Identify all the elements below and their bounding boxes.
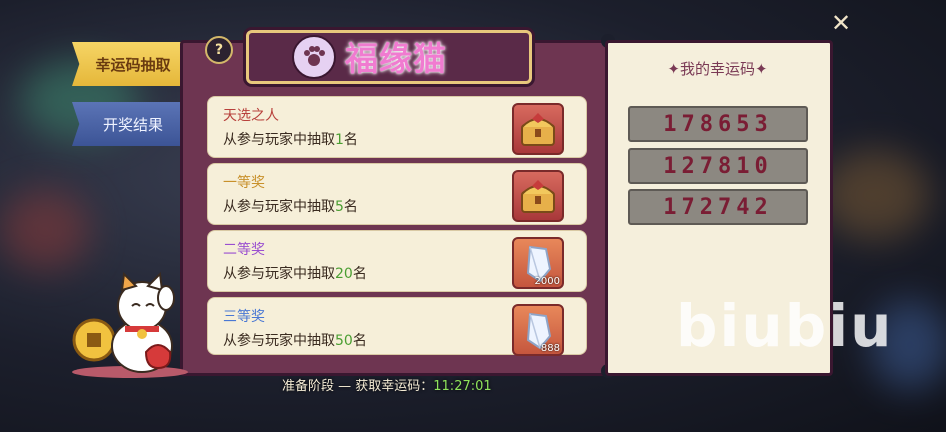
watermark: biubiu [676, 292, 894, 360]
lucky-code: 178653 [628, 106, 808, 142]
prize-desc: 从参与玩家中抽取5名 [223, 199, 358, 215]
reward-quantity: 2000 [534, 276, 560, 287]
prize-name: 一等奖 [223, 175, 265, 191]
paw-icon [292, 35, 336, 79]
treasure-chest-icon[interactable] [512, 103, 564, 155]
help-button[interactable]: ? [205, 36, 233, 64]
crystal-icon[interactable]: 2000 [512, 237, 564, 289]
lucky-code-title: ✦我的幸运码✦ [667, 60, 768, 78]
phase-status: 准备阶段 — 获取幸运码：11:27:01 [282, 379, 492, 394]
background-blob [820, 150, 930, 240]
prize-row: 三等奖 从参与玩家中抽取50名 888 [207, 297, 587, 356]
tab-lucky-code-draw[interactable]: 幸运码抽取 [72, 42, 194, 86]
prize-desc: 从参与玩家中抽取1名 [223, 132, 358, 148]
countdown-timer: 11:27:01 [433, 379, 492, 394]
lucky-code: 172742 [628, 189, 808, 225]
prize-name: 二等奖 [223, 242, 265, 258]
prize-desc: 从参与玩家中抽取50名 [223, 333, 367, 349]
crystal-icon[interactable]: 888 [512, 304, 564, 356]
tab-label: 幸运码抽取 [95, 55, 171, 74]
tab-label: 开奖结果 [102, 115, 163, 134]
help-icon: ? [214, 42, 224, 58]
lucky-code: 127810 [628, 148, 808, 184]
background-blob [0, 190, 90, 270]
treasure-chest-icon[interactable] [512, 170, 564, 222]
prize-row: 天选之人 从参与玩家中抽取1名 [207, 96, 587, 158]
prize-name: 天选之人 [223, 108, 279, 124]
reward-quantity: 888 [540, 343, 560, 354]
prize-name: 三等奖 [223, 309, 265, 325]
prize-row: 一等奖 从参与玩家中抽取5名 [207, 163, 587, 225]
lucky-cat-mascot-icon [70, 268, 190, 378]
tab-draw-results[interactable]: 开奖结果 [72, 102, 194, 146]
prize-row: 二等奖 从参与玩家中抽取20名 2000 [207, 230, 587, 292]
page-title: 福缘猫 [345, 39, 447, 78]
prize-desc: 从参与玩家中抽取20名 [223, 266, 367, 282]
close-button[interactable]: ✕ [828, 10, 854, 36]
